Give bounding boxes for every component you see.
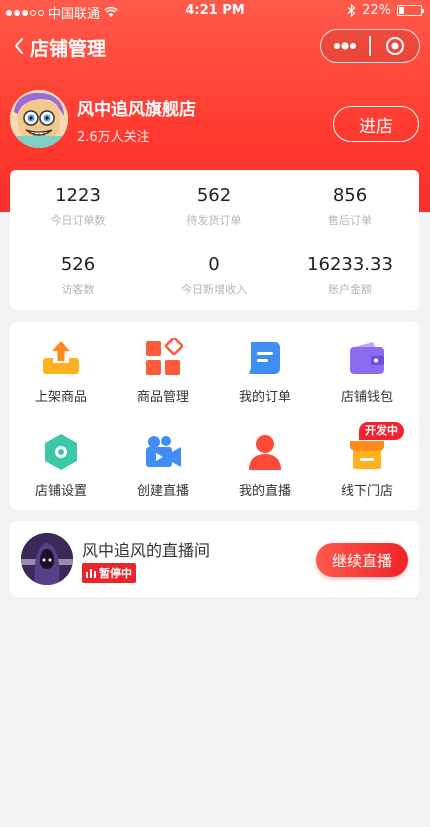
mini-program-capsule — [320, 29, 420, 63]
cartoon-avatar-image — [10, 90, 68, 148]
bluetooth-icon — [347, 4, 356, 17]
back-button[interactable] — [8, 32, 30, 60]
stat-label: 今日新增收入 — [181, 283, 247, 296]
video-camera-icon — [143, 432, 183, 472]
page-title: 店铺管理 — [30, 38, 107, 60]
status-bar: 中国联通 4:21 PM 22% — [0, 0, 430, 22]
wallet-icon — [347, 338, 387, 378]
menu-item-label: 店铺设置 — [34, 484, 87, 499]
menu-item-label: 商品管理 — [136, 390, 189, 405]
bar-chart-icon — [86, 569, 96, 578]
menu-item-label: 创建直播 — [136, 484, 189, 499]
stat-label: 访客数 — [61, 283, 95, 296]
stat-after-sales[interactable]: 856 售后订单 — [282, 185, 418, 228]
nav-bar: 店铺管理 — [0, 26, 430, 68]
stat-label: 待发货订单 — [186, 214, 242, 227]
live-room-name: 风中追风的直播间 — [82, 541, 211, 560]
menu-item-label: 上架商品 — [34, 390, 87, 405]
stat-value: 1223 — [55, 185, 101, 206]
menu-card: 上架商品 商品管理 我的订单 店铺钱包 店铺设置 创建直播 我的直播 线下门店 — [10, 322, 419, 510]
more-dots-icon — [334, 42, 357, 50]
settings-icon — [41, 432, 81, 472]
menu-item-product-management[interactable]: 商品管理 — [112, 336, 214, 405]
stats-card: 1223 今日订单数 562 待发货订单 856 售后订单 526 访客数 0 … — [10, 170, 419, 310]
stat-pending-shipment[interactable]: 562 待发货订单 — [146, 185, 282, 228]
enter-shop-button[interactable]: 进店 — [333, 106, 419, 142]
continue-live-button[interactable]: 继续直播 — [316, 543, 408, 577]
menu-item-shop-wallet[interactable]: 店铺钱包 — [316, 338, 418, 405]
menu-item-create-live[interactable]: 创建直播 — [112, 432, 214, 499]
stat-account-balance[interactable]: 16233.33 账户金额 — [282, 254, 418, 297]
chevron-left-icon — [14, 38, 23, 54]
menu-item-label: 我的订单 — [238, 390, 291, 405]
live-room-card[interactable]: 风中追风的直播间 暂停中 继续直播 — [10, 521, 419, 597]
status-right: 22% — [347, 3, 424, 18]
stat-value: 856 — [332, 185, 368, 206]
stat-today-income[interactable]: 0 今日新增收入 — [146, 254, 282, 297]
stat-label: 售后订单 — [328, 214, 372, 227]
menu-item-label: 线下门店 — [340, 484, 393, 499]
live-room-avatar — [21, 533, 73, 585]
menu-item-my-live[interactable]: 我的直播 — [214, 432, 316, 499]
menu-item-shop-settings[interactable]: 店铺设置 — [10, 432, 112, 499]
menu-item-offline-store[interactable]: 线下门店 — [316, 432, 418, 499]
order-icon — [245, 338, 285, 378]
close-target-icon — [385, 37, 404, 55]
menu-item-my-orders[interactable]: 我的订单 — [214, 338, 316, 405]
stat-label: 今日订单数 — [50, 214, 106, 227]
paused-status-badge: 暂停中 — [82, 563, 136, 583]
menu-item-label: 店铺钱包 — [340, 390, 393, 405]
stat-value: 526 — [60, 254, 96, 275]
close-button[interactable] — [371, 30, 419, 62]
menu-item-list-product[interactable]: 上架商品 — [10, 338, 112, 405]
more-button[interactable] — [321, 30, 369, 62]
stat-value: 0 — [208, 254, 220, 275]
stat-today-orders[interactable]: 1223 今日订单数 — [10, 185, 146, 228]
menu-item-label: 我的直播 — [238, 484, 291, 499]
battery-fill — [399, 7, 404, 14]
shop-followers: 2.6万人关注 — [77, 130, 150, 145]
shop-info: 风中追风旗舰店 2.6万人关注 进店 — [0, 90, 430, 160]
in-development-badge: 开发中 — [359, 422, 404, 440]
battery-percent: 22% — [362, 3, 391, 18]
hooded-figure-image — [21, 533, 73, 585]
paused-status-label: 暂停中 — [99, 567, 132, 580]
stat-label: 账户金额 — [328, 283, 372, 296]
stat-value: 16233.33 — [307, 254, 393, 275]
grid-icon — [143, 336, 184, 378]
battery-icon — [397, 5, 424, 16]
person-icon — [245, 432, 285, 472]
stat-value: 562 — [196, 185, 232, 206]
stat-visitors[interactable]: 526 访客数 — [10, 254, 146, 297]
shop-avatar[interactable] — [10, 90, 68, 148]
upload-icon — [41, 338, 81, 378]
shop-name: 风中追风旗舰店 — [77, 100, 196, 120]
